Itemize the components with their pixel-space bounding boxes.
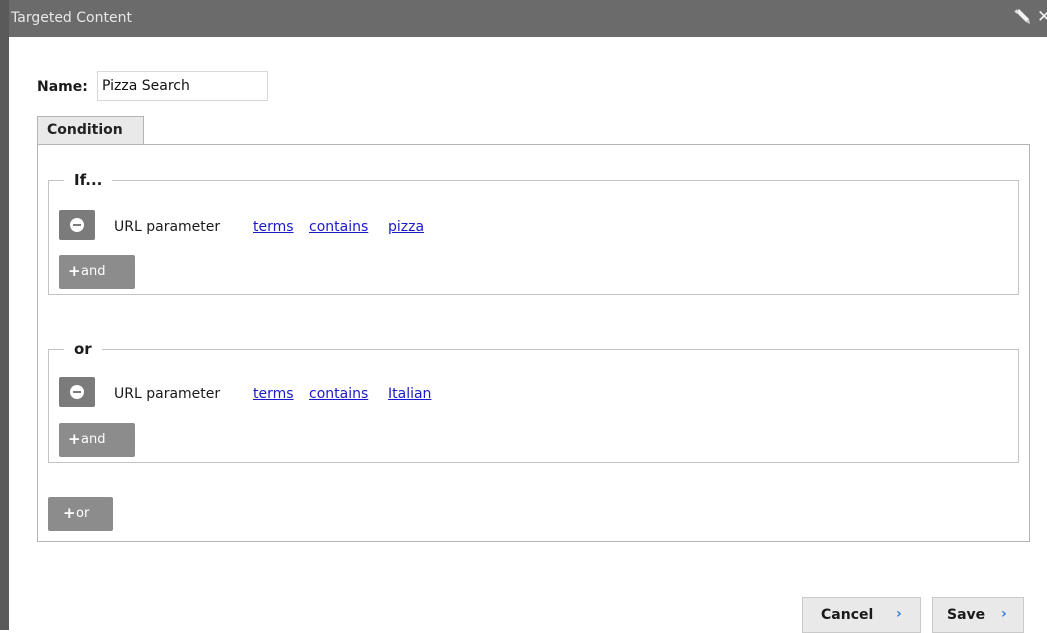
plus-icon: + bbox=[68, 262, 81, 280]
add-and-label: and bbox=[81, 432, 106, 447]
cancel-label: Cancel bbox=[821, 607, 874, 623]
remove-rule-button[interactable] bbox=[59, 210, 95, 240]
chevron-right-icon: › bbox=[896, 606, 902, 622]
pencil-icon[interactable] bbox=[1012, 7, 1032, 27]
plus-icon: + bbox=[63, 504, 76, 522]
rule-prefix: URL parameter bbox=[114, 219, 221, 235]
add-and-button[interactable]: + and bbox=[59, 423, 135, 457]
condition-group-or: or bbox=[48, 339, 1019, 463]
remove-rule-button[interactable] bbox=[59, 377, 95, 407]
minus-icon-bar bbox=[73, 224, 81, 226]
group-legend: or bbox=[64, 339, 102, 359]
add-and-button[interactable]: + and bbox=[59, 255, 135, 289]
rule-value-link[interactable]: Italian bbox=[388, 386, 431, 402]
dialog-title: Targeted Content bbox=[11, 10, 132, 26]
chevron-right-icon: › bbox=[1001, 606, 1007, 622]
rule-parameter-link[interactable]: terms bbox=[253, 386, 294, 402]
add-or-button[interactable]: + or bbox=[48, 497, 113, 531]
condition-group-if: If... bbox=[48, 170, 1019, 295]
cancel-button[interactable]: Cancel › bbox=[802, 597, 921, 633]
name-label: Name: bbox=[37, 79, 88, 95]
tab-condition-label: Condition bbox=[47, 122, 123, 138]
plus-icon: + bbox=[68, 430, 81, 448]
rule-parameter-link[interactable]: terms bbox=[253, 219, 294, 235]
dialog-titlebar: Targeted Content ✕ bbox=[9, 0, 1047, 37]
rule-value-link[interactable]: pizza bbox=[388, 219, 424, 235]
group-legend: If... bbox=[64, 170, 113, 190]
rule-prefix: URL parameter bbox=[114, 386, 221, 402]
save-label: Save bbox=[947, 607, 986, 623]
window-left-border bbox=[0, 0, 9, 630]
minus-icon-bar bbox=[73, 391, 81, 393]
add-or-label: or bbox=[76, 506, 90, 521]
rule-operator-link[interactable]: contains bbox=[309, 386, 368, 402]
tab-condition[interactable]: Condition bbox=[37, 116, 144, 144]
close-icon[interactable]: ✕ bbox=[1037, 8, 1047, 26]
name-input[interactable] bbox=[97, 71, 268, 101]
add-and-label: and bbox=[81, 264, 106, 279]
rule-operator-link[interactable]: contains bbox=[309, 219, 368, 235]
save-button[interactable]: Save › bbox=[932, 597, 1024, 633]
